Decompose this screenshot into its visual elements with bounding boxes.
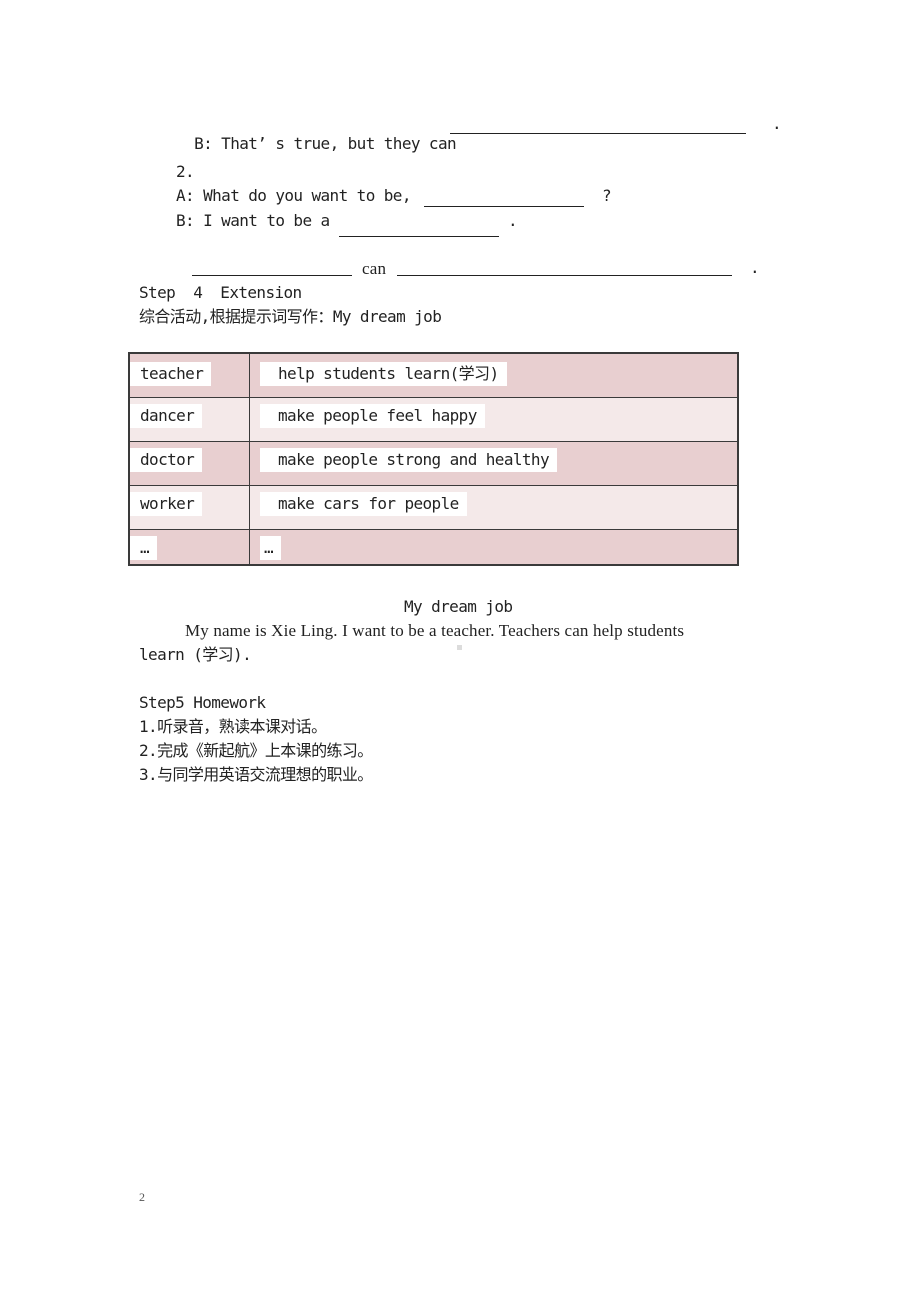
homework-item: 1.听录音，熟读本课对话。 [139,717,327,736]
dialogue2-can-period: . [750,258,760,277]
dialogue2-ability-blank[interactable] [397,259,732,276]
job-name: … [130,536,158,560]
description-cell: … [249,529,739,566]
step5-heading: Step5 Homework [139,693,266,712]
homework-item: 2.完成《新起航》上本课的练习。 [139,741,373,760]
job-cell: … [128,529,250,566]
step4-instruction: 综合活动,根据提示词写作：My dream job [139,307,442,326]
job-hint-table: teacher help students learn(学习) dancer m… [128,352,739,566]
dialogue2-subject-blank[interactable] [192,259,352,276]
description-cell: make people feel happy [249,397,739,442]
job-name: dancer [130,404,203,428]
job-description: … [260,536,282,560]
dialogue2-number: 2. [176,162,195,181]
job-description: help students learn(学习) [260,362,507,386]
table-row: doctor make people strong and healthy [128,441,739,486]
dialogue2-job-blank[interactable] [339,220,499,237]
dialogue1-answer-blank[interactable] [450,117,746,134]
table-row: teacher help students learn(学习) [128,352,739,398]
page-number: 2 [139,1190,145,1204]
job-description: make people strong and healthy [260,448,557,472]
table-row: … … [128,529,739,566]
essay-body-line2: learn (学习). [139,645,252,664]
dialogue2-b-line: B: I want to be a [176,211,330,230]
cursor-marker [457,645,462,650]
dialogue1-period: . [772,114,782,133]
description-cell: help students learn(学习) [249,352,739,398]
job-name: teacher [130,362,212,386]
homework-item: 3.与同学用英语交流理想的职业。 [139,765,373,784]
dialogue2-question-mark: ? [602,186,612,205]
job-description: make cars for people [260,492,467,516]
job-name: worker [130,492,203,516]
dialogue2-can-word: can [362,259,387,278]
description-cell: make cars for people [249,485,739,530]
step4-heading: Step 4 Extension [139,283,302,302]
description-cell: make people strong and healthy [249,441,739,486]
job-description: make people feel happy [260,404,485,428]
job-name: doctor [130,448,203,472]
job-cell: doctor [128,441,250,486]
essay-title: My dream job [404,597,513,616]
dialogue1-b-text: B: That’ s true, but they can [194,134,457,153]
job-cell: teacher [128,352,250,398]
table-row: dancer make people feel happy [128,397,739,442]
dialogue2-b-period: . [508,211,518,230]
dialogue1-b-line: B: That’ s true, but they can [176,114,457,154]
essay-body-line1: My name is Xie Ling. I want to be a teac… [185,621,685,640]
dialogue2-name-blank[interactable] [424,190,584,207]
job-cell: worker [128,485,250,530]
table-row: worker make cars for people [128,485,739,530]
dialogue2-a-line: A: What do you want to be, [176,186,411,205]
job-cell: dancer [128,397,250,442]
